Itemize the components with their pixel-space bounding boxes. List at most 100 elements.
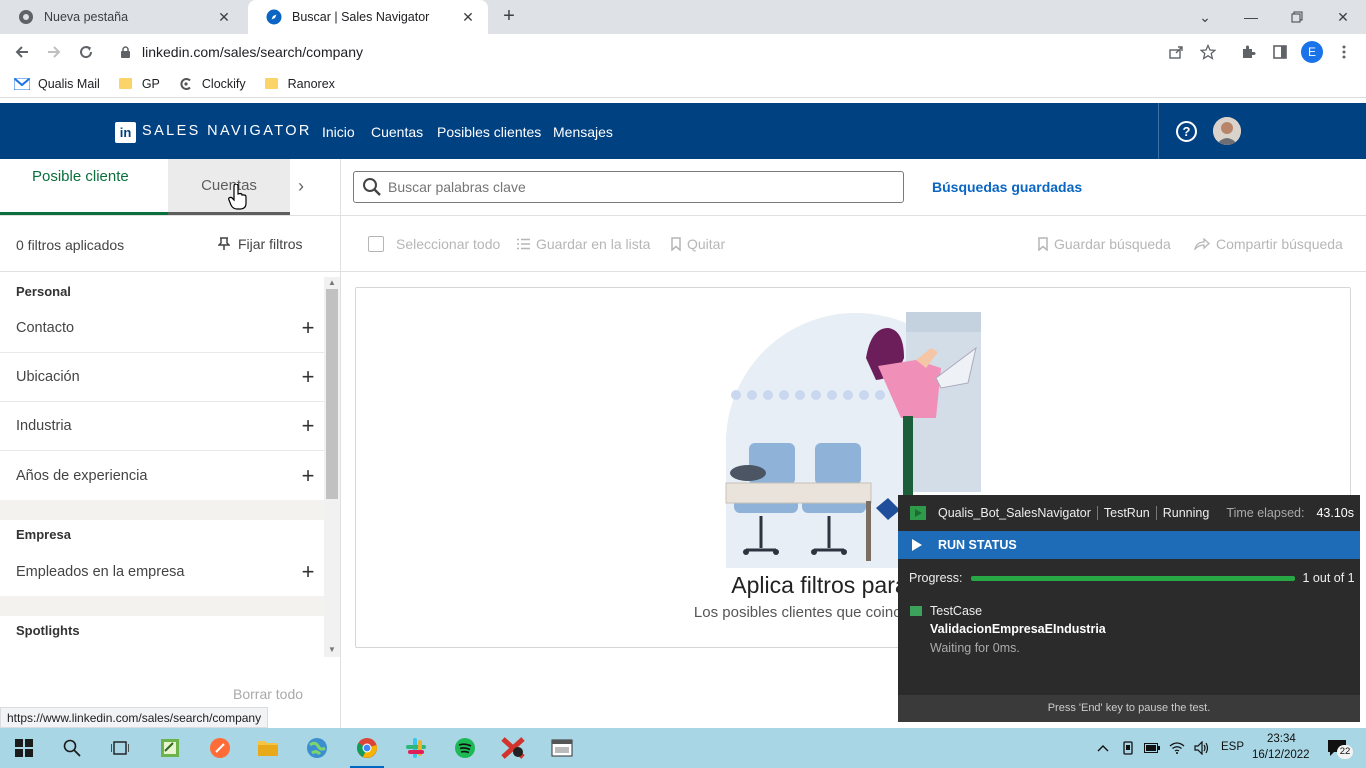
volume-icon[interactable]	[1191, 736, 1213, 760]
postman-app-icon[interactable]	[208, 736, 232, 760]
brand-name[interactable]: SALES NAVIGATOR	[142, 123, 312, 139]
windows-start-icon[interactable]	[12, 736, 36, 760]
plus-icon[interactable]: +	[298, 415, 318, 437]
bookmark-clockify[interactable]: Clockify	[178, 77, 246, 91]
time-elapsed-value: 43.10s	[1316, 506, 1354, 520]
search-input[interactable]	[388, 179, 888, 195]
bookmarks-bar: Qualis Mail GP Clockify Ranorex	[0, 70, 1366, 98]
chrome-profile-avatar[interactable]: E	[1301, 41, 1323, 63]
forward-button[interactable]	[42, 41, 66, 63]
chevron-right-icon[interactable]: ›	[298, 176, 304, 197]
nav-posibles-clientes[interactable]: Posibles clientes	[437, 124, 541, 140]
clock-time[interactable]: 23:34	[1267, 733, 1296, 745]
user-avatar[interactable]	[1213, 117, 1241, 145]
linkedin-logo[interactable]: in	[115, 122, 136, 143]
help-icon[interactable]: ?	[1176, 121, 1197, 142]
bookmark-qualis-mail[interactable]: Qualis Mail	[14, 77, 100, 91]
back-button[interactable]	[10, 41, 34, 63]
share-search-button[interactable]: Compartir búsqueda	[1194, 236, 1343, 252]
filter-label: Años de experiencia	[16, 467, 148, 484]
reload-button[interactable]	[74, 41, 98, 63]
scroll-up-icon[interactable]: ▲	[328, 278, 336, 287]
clear-all-button[interactable]: Borrar todo	[233, 686, 303, 702]
tab-posible-cliente[interactable]: Posible cliente	[0, 159, 168, 215]
nav-cuentas[interactable]: Cuentas	[371, 124, 423, 140]
address-bar[interactable]: linkedin.com/sales/search/company	[110, 38, 1230, 66]
extensions-puzzle-icon[interactable]	[1238, 42, 1258, 62]
select-all-checkbox[interactable]	[368, 236, 384, 252]
side-panel-icon[interactable]	[1270, 42, 1290, 62]
close-tab-icon[interactable]: ✕	[460, 9, 476, 26]
spotify-app-icon[interactable]	[453, 736, 477, 760]
share-search-label: Compartir búsqueda	[1216, 236, 1343, 252]
tab-sales-navigator[interactable]: Buscar | Sales Navigator ✕	[248, 0, 488, 34]
more-menu-icon[interactable]	[1334, 42, 1354, 62]
slack-app-icon[interactable]	[404, 736, 428, 760]
select-all-control[interactable]: Seleccionar todo	[368, 236, 500, 252]
plus-icon[interactable]: +	[298, 317, 318, 339]
bookmark-icon	[671, 237, 681, 251]
save-search-button[interactable]: Guardar búsqueda	[1038, 236, 1171, 252]
window-app-icon[interactable]	[550, 736, 574, 760]
globe-app-icon[interactable]	[305, 736, 329, 760]
bookmark-ranorex[interactable]: Ranorex	[264, 77, 335, 91]
task-view-icon[interactable]	[108, 736, 132, 760]
scroll-down-icon[interactable]: ▼	[328, 645, 336, 654]
filter-item-ubicacion[interactable]: Ubicación +	[0, 353, 324, 402]
filter-item-contacto[interactable]: Contacto +	[0, 304, 324, 353]
filter-item-anos-experiencia[interactable]: Años de experiencia +	[0, 451, 324, 500]
time-elapsed-label: Time elapsed:	[1226, 506, 1305, 520]
bookmark-label: GP	[141, 76, 160, 91]
plus-icon[interactable]: +	[298, 366, 318, 388]
filter-item-empleados[interactable]: Empleados en la empresa +	[0, 547, 324, 596]
nav-mensajes[interactable]: Mensajes	[553, 124, 613, 140]
notepad-app-icon[interactable]	[158, 736, 182, 760]
close-window-button[interactable]: ✕	[1320, 0, 1366, 34]
battery-icon[interactable]	[1142, 736, 1162, 760]
pin-filters-label: Fijar filtros	[238, 236, 303, 252]
tray-device-icon[interactable]	[1118, 736, 1138, 760]
testcase-wait: Waiting for 0ms.	[930, 641, 1020, 655]
scrollbar-thumb[interactable]	[326, 289, 338, 499]
plus-icon[interactable]: +	[298, 560, 318, 582]
pin-filters-button[interactable]: Fijar filtros	[218, 236, 303, 252]
file-explorer-icon[interactable]	[256, 736, 280, 760]
notifications-count: 22	[1337, 745, 1353, 759]
tray-chevron-up-icon[interactable]	[1093, 736, 1113, 760]
share-icon[interactable]	[1166, 42, 1186, 62]
filter-list: Personal Contacto + Ubicación + Industri…	[0, 277, 324, 657]
ranorex-app-icon[interactable]	[501, 736, 525, 760]
filter-section-title: Empresa	[16, 527, 71, 542]
plus-icon[interactable]: +	[298, 464, 318, 486]
bookmark-icon	[1038, 237, 1048, 251]
restore-button[interactable]	[1274, 0, 1320, 34]
notifications-icon[interactable]: 22	[1325, 738, 1353, 759]
bookmark-gp[interactable]: GP	[118, 77, 160, 91]
filter-label: Industria	[16, 418, 72, 434]
tab-search-chevron-icon[interactable]: ⌄	[1182, 0, 1228, 34]
bookmark-label: Ranorex	[287, 76, 335, 91]
lock-icon	[120, 45, 134, 59]
new-tab-button[interactable]: +	[497, 6, 521, 28]
clock-date[interactable]: 16/12/2022	[1252, 749, 1310, 761]
minimize-button[interactable]: —	[1228, 0, 1274, 34]
wifi-icon[interactable]	[1166, 736, 1188, 760]
close-tab-icon[interactable]: ✕	[216, 9, 232, 26]
saved-searches-link[interactable]: Búsquedas guardadas	[932, 179, 1082, 195]
keyword-search[interactable]	[353, 171, 904, 203]
remove-button[interactable]: Quitar	[671, 236, 725, 252]
hand-cursor-icon	[228, 184, 247, 210]
taskbar-search-icon[interactable]	[60, 736, 84, 760]
nav-inicio[interactable]: Inicio	[322, 124, 355, 140]
filters-scrollbar[interactable]: ▲ ▼	[324, 277, 340, 657]
tab-new-tab[interactable]: Nueva pestaña ✕	[0, 0, 244, 34]
chrome-app-icon[interactable]	[355, 736, 379, 760]
filter-item-industria[interactable]: Industria +	[0, 402, 324, 451]
run-status-bar[interactable]: RUN STATUS	[898, 531, 1360, 559]
save-to-list-button[interactable]: Guardar en la lista	[517, 236, 650, 252]
browser-toolbar: linkedin.com/sales/search/company	[0, 34, 1366, 70]
keyboard-language[interactable]: ESP	[1221, 741, 1244, 753]
bookmark-star-icon[interactable]	[1198, 42, 1218, 62]
play-icon[interactable]	[912, 539, 922, 551]
testcase-name: ValidacionEmpresaEIndustria	[930, 622, 1106, 636]
